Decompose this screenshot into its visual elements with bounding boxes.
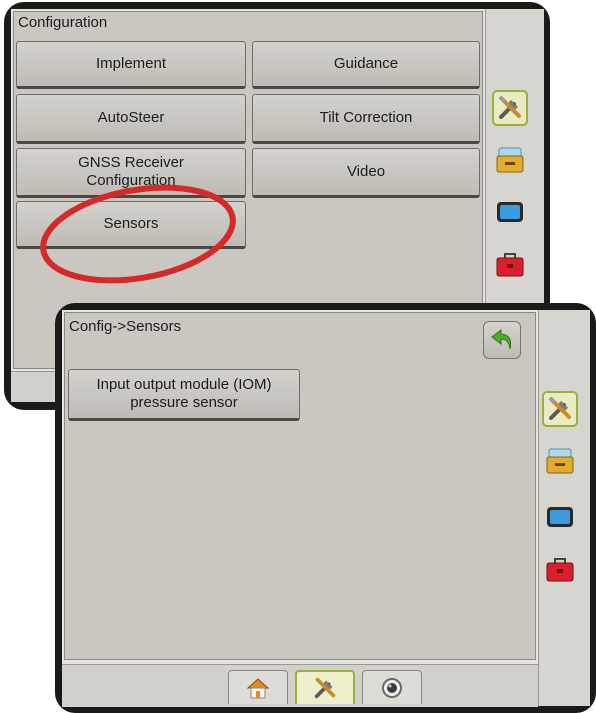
sensors-panel xyxy=(64,312,536,660)
back-arrow-icon xyxy=(491,328,512,350)
display-icon[interactable] xyxy=(542,499,578,535)
toolbox-icon[interactable] xyxy=(492,246,528,282)
iom-pressure-sensor-button[interactable]: Input output module (IOM) pressure senso… xyxy=(68,369,300,421)
back-button[interactable] xyxy=(483,321,521,359)
config-sensors-screen: Config->Sensors Input output module (IOM… xyxy=(55,303,596,713)
iom-label-line2: pressure sensor xyxy=(130,394,238,411)
tilt-correction-button[interactable]: Tilt Correction xyxy=(252,94,480,144)
display-icon[interactable] xyxy=(492,194,528,230)
iom-label-line1: Input output module (IOM) xyxy=(96,376,272,393)
page-title: Config->Sensors xyxy=(69,318,182,335)
tools-icon xyxy=(314,677,336,699)
implement-button[interactable]: Implement xyxy=(16,41,246,89)
gnss-label-line1: GNSS Receiver xyxy=(78,154,184,171)
home-nav-button[interactable] xyxy=(228,670,288,704)
console-icon[interactable] xyxy=(492,142,528,178)
console-icon[interactable] xyxy=(542,443,578,479)
camera-nav-button[interactable] xyxy=(362,670,422,704)
toolbox-icon[interactable] xyxy=(542,551,578,587)
highlight-circle xyxy=(40,184,236,284)
page-title: Configuration xyxy=(18,14,108,31)
tools-icon[interactable] xyxy=(492,90,528,126)
tools-icon[interactable] xyxy=(542,391,578,427)
tools-nav-button[interactable] xyxy=(295,670,355,704)
home-icon xyxy=(246,677,270,698)
video-button[interactable]: Video xyxy=(252,148,480,198)
autosteer-button[interactable]: AutoSteer xyxy=(16,94,246,144)
guidance-button[interactable]: Guidance xyxy=(252,41,480,89)
camera-icon xyxy=(382,677,402,698)
